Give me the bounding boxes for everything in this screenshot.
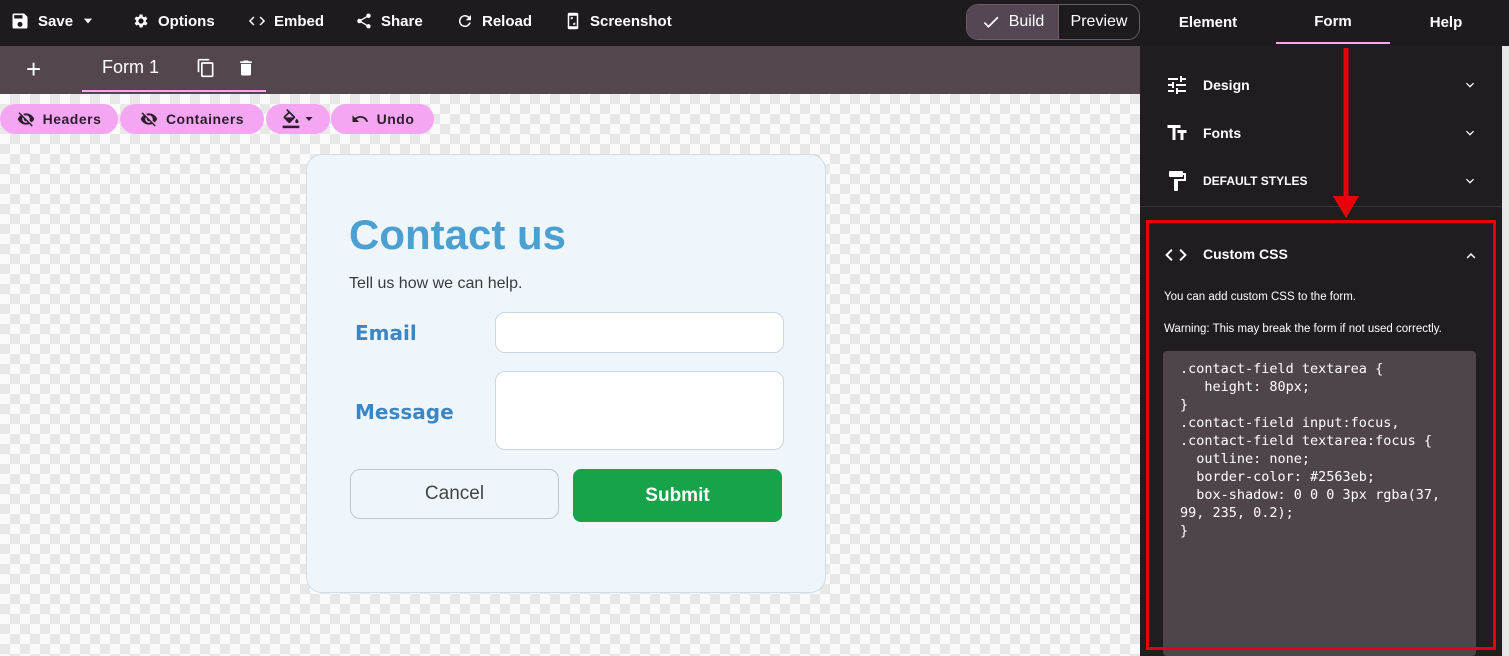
form-subtitle: Tell us how we can help.	[349, 275, 523, 292]
reload-button[interactable]: Reload	[456, 0, 532, 42]
build-mode-button[interactable]: Build	[967, 5, 1058, 39]
form-tab-label: Form 1	[102, 57, 160, 77]
check-icon	[983, 16, 999, 28]
gear-icon	[134, 14, 148, 28]
options-label: Options	[158, 12, 215, 30]
mode-toggle: Build Preview	[966, 4, 1140, 40]
message-label: Message	[355, 400, 454, 424]
caret-down-icon	[305, 117, 313, 121]
chevron-down-icon	[1466, 130, 1474, 136]
message-textarea[interactable]	[495, 371, 784, 450]
build-label: Build	[1008, 13, 1045, 30]
top-toolbar: Save Options Embed Share Reload Screensh…	[0, 0, 1509, 46]
form-tab[interactable]: Form 1	[82, 46, 266, 92]
undo-label: Undo	[376, 111, 415, 127]
fonts-label: Fonts	[1203, 125, 1242, 141]
share-icon	[357, 13, 371, 29]
tab-help-label: Help	[1429, 13, 1463, 31]
email-field[interactable]	[495, 312, 784, 353]
tab-help[interactable]: Help	[1390, 0, 1502, 44]
toggle-headers-button[interactable]: Headers	[0, 104, 118, 134]
add-form-button[interactable]: +	[26, 56, 48, 82]
design-label: Design	[1203, 77, 1250, 93]
reload-label: Reload	[482, 12, 533, 30]
design-accordion[interactable]: Design	[1140, 61, 1502, 109]
undo-button[interactable]: Undo	[331, 104, 434, 134]
trash-icon[interactable]	[236, 58, 256, 78]
code-icon	[248, 16, 266, 26]
screenshot-icon	[567, 12, 579, 30]
contact-form-card: Contact us Tell us how we can help. Emai…	[306, 154, 826, 593]
cancel-button[interactable]: Cancel	[350, 469, 559, 519]
screenshot-button[interactable]: Screenshot	[564, 0, 672, 42]
text-fields-icon	[1167, 125, 1187, 140]
share-button[interactable]: Share	[355, 0, 423, 42]
eye-off-icon	[140, 112, 158, 127]
default-styles-accordion[interactable]: DEFAULT STYLES	[1140, 157, 1502, 205]
embed-button[interactable]: Embed	[248, 0, 324, 42]
toggle-containers-button[interactable]: Containers	[120, 104, 264, 134]
caret-down-icon	[83, 18, 93, 24]
eye-off-icon	[17, 112, 34, 127]
background-color-button[interactable]	[266, 104, 330, 134]
highlight-box	[1146, 220, 1496, 650]
undo-icon	[352, 115, 368, 122]
embed-label: Embed	[274, 12, 325, 30]
paint-bucket-icon	[282, 109, 300, 129]
tune-icon	[1168, 76, 1186, 94]
default-styles-label: DEFAULT STYLES	[1203, 174, 1308, 188]
tab-form-label: Form	[1314, 12, 1352, 30]
tab-element[interactable]: Element	[1140, 0, 1276, 44]
save-label: Save	[38, 12, 74, 30]
tab-element-label: Element	[1178, 13, 1238, 31]
panel-scrollbar[interactable]	[1502, 46, 1509, 656]
save-icon	[12, 13, 28, 29]
preview-mode-button[interactable]: Preview	[1058, 5, 1139, 39]
panel-divider	[1140, 206, 1502, 207]
chevron-down-icon	[1466, 178, 1474, 184]
email-label: Email	[355, 321, 417, 345]
chevron-down-icon	[1466, 82, 1474, 88]
headers-label: Headers	[42, 111, 102, 127]
form-title: Contact us	[349, 211, 567, 258]
save-button[interactable]: Save	[10, 0, 95, 42]
annotation-arrow-icon	[1333, 48, 1359, 218]
submit-button[interactable]: Submit	[573, 469, 782, 522]
paint-roller-icon	[1169, 171, 1186, 191]
screenshot-label: Screenshot	[590, 12, 672, 30]
options-button[interactable]: Options	[132, 0, 215, 42]
tab-form[interactable]: Form	[1276, 0, 1390, 44]
share-label: Share	[381, 12, 423, 30]
duplicate-icon[interactable]	[196, 58, 216, 78]
fonts-accordion[interactable]: Fonts	[1140, 109, 1502, 157]
containers-label: Containers	[165, 111, 245, 127]
reload-icon	[458, 15, 471, 28]
preview-label: Preview	[1070, 13, 1128, 30]
form-tabs-bar: + Form 1	[0, 46, 1140, 94]
